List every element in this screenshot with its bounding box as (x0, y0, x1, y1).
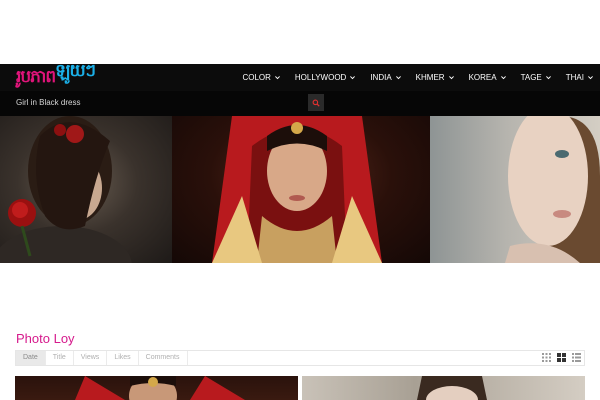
sort-tab-likes[interactable]: Likes (107, 351, 139, 365)
hero-slider (0, 116, 600, 263)
nav-item-india[interactable]: INDIA (364, 64, 407, 91)
nav-item-label: KOREA (468, 73, 497, 82)
view-mode-switcher (542, 353, 581, 362)
hero-photo-bride-red-dress[interactable] (172, 116, 430, 263)
section-title: Photo Loy (16, 331, 75, 346)
nav-item-korea[interactable]: KOREA (463, 64, 513, 91)
nav-menu: COLOR HOLLYWOOD INDIA KHMER KOREA TAGE T… (234, 64, 600, 91)
nav-item-label: COLOR (242, 73, 271, 82)
sort-tab-comments[interactable]: Comments (139, 351, 188, 365)
search-button[interactable] (308, 94, 324, 111)
sort-bar: Date Title Views Likes Comments (15, 350, 585, 366)
nav-item-tage[interactable]: TAGE (515, 64, 558, 91)
chevron-down-icon (500, 74, 507, 81)
chevron-down-icon (395, 74, 402, 81)
photo-thumbnail-woman[interactable] (302, 376, 585, 400)
chevron-down-icon (448, 74, 455, 81)
site-logo[interactable]: រូបភាពឡូយៗ (16, 61, 96, 90)
sort-tab-title[interactable]: Title (46, 351, 74, 365)
hero-photo-woman-portrait[interactable] (430, 116, 600, 263)
nav-item-label: INDIA (370, 73, 392, 82)
chevron-down-icon (274, 74, 281, 81)
nav-item-khmer[interactable]: KHMER (410, 64, 461, 91)
chevron-down-icon (349, 74, 356, 81)
hero-photo-woman-with-rose[interactable] (0, 116, 172, 263)
main-navbar: រូបភាពឡូយៗ COLOR HOLLYWOOD INDIA KHMER K… (0, 61, 600, 91)
sort-tab-date[interactable]: Date (16, 351, 46, 365)
search-icon (312, 95, 320, 110)
sort-tab-views[interactable]: Views (74, 351, 108, 365)
search-bar (0, 91, 600, 116)
search-input[interactable] (16, 94, 308, 112)
logo-text-part1: រូបភាព (16, 67, 56, 87)
nav-item-label: THAI (565, 73, 584, 82)
logo-text-part2: ឡូយៗ (55, 61, 96, 81)
sort-tabs: Date Title Views Likes Comments (16, 351, 188, 365)
nav-item-label: KHMER (415, 73, 445, 82)
small-grid-icon[interactable] (542, 353, 551, 362)
nav-item-color[interactable]: COLOR (236, 64, 286, 91)
photo-thumbnail-bride[interactable] (15, 376, 298, 400)
chevron-down-icon (587, 74, 594, 81)
list-icon[interactable] (572, 353, 581, 362)
nav-item-hollywood[interactable]: HOLLYWOOD (289, 64, 362, 91)
chevron-down-icon (545, 74, 552, 81)
nav-item-label: HOLLYWOOD (294, 73, 347, 82)
large-grid-icon[interactable] (557, 353, 566, 362)
nav-item-thai[interactable]: THAI (560, 64, 600, 91)
nav-item-label: TAGE (520, 73, 542, 82)
